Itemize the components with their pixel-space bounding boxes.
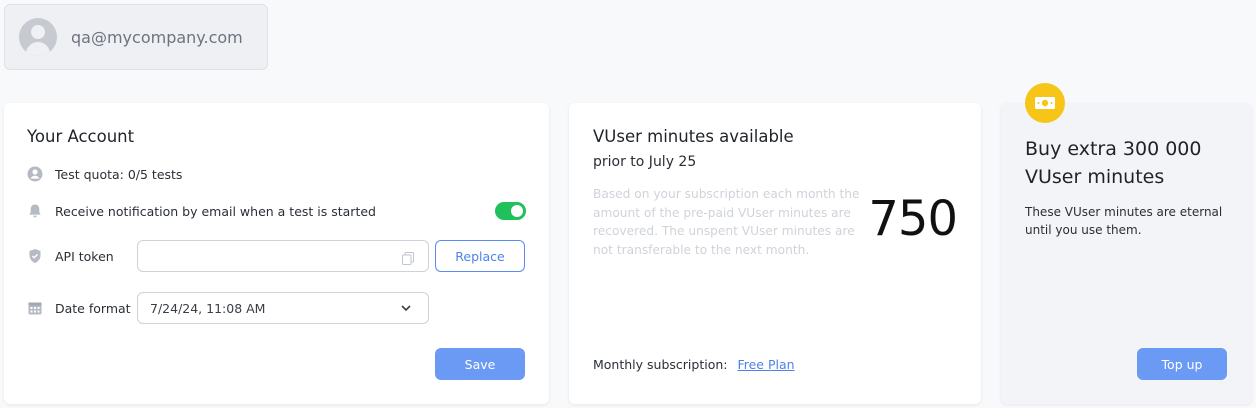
- api-token-field[interactable]: [137, 240, 429, 272]
- user-email: qa@mycompany.com: [71, 27, 243, 47]
- minutes-title: VUser minutes available: [593, 127, 794, 146]
- buy-description: These VUser minutes are eternal until yo…: [1025, 205, 1223, 237]
- subscription-label: Monthly subscription:: [593, 357, 728, 372]
- account-title: Your Account: [27, 127, 135, 146]
- api-token-row: API token: [26, 247, 114, 265]
- api-token-label: API token: [55, 248, 114, 264]
- notification-toggle[interactable]: [495, 202, 526, 220]
- date-format-label: Date format: [55, 300, 131, 316]
- top-up-button[interactable]: Top up: [1137, 348, 1227, 380]
- save-button[interactable]: Save: [435, 348, 525, 380]
- bell-icon: [26, 202, 44, 220]
- free-plan-link[interactable]: Free Plan: [737, 357, 794, 372]
- notification-row: Receive notification by email when a tes…: [26, 202, 376, 220]
- date-format-select[interactable]: 7/24/24, 11:08 AM: [137, 292, 429, 324]
- calendar-icon: [26, 299, 44, 317]
- quota-label: Test quota: 0/5 tests: [55, 166, 183, 182]
- account-card: Your Account Test quota: 0/5 tests Recei…: [4, 103, 549, 404]
- minutes-subtitle: prior to July 25: [593, 154, 697, 170]
- subscription-row: Monthly subscription: Free Plan: [593, 357, 795, 372]
- notification-label: Receive notification by email when a tes…: [55, 203, 376, 219]
- chevron-down-icon: [400, 302, 412, 314]
- user-icon: [26, 165, 44, 183]
- quota-row: Test quota: 0/5 tests: [26, 165, 182, 183]
- date-format-row: Date format: [26, 299, 131, 317]
- user-avatar-icon: [19, 18, 57, 56]
- shield-icon: [26, 247, 44, 265]
- user-chip[interactable]: qa@mycompany.com: [4, 4, 268, 70]
- copy-icon[interactable]: [402, 250, 414, 265]
- replace-button[interactable]: Replace: [435, 240, 525, 272]
- cash-icon: [1025, 83, 1065, 123]
- buy-title: Buy extra 300 000 VUser minutes: [1025, 138, 1202, 188]
- date-format-value: 7/24/24, 11:08 AM: [150, 300, 266, 316]
- buy-minutes-card: Buy extra 300 000 VUser minutes These VU…: [1001, 103, 1252, 404]
- minutes-value: 750: [868, 191, 958, 247]
- vuser-minutes-card: VUser minutes available prior to July 25…: [569, 103, 981, 404]
- minutes-description: Based on your subscription each month th…: [593, 187, 860, 257]
